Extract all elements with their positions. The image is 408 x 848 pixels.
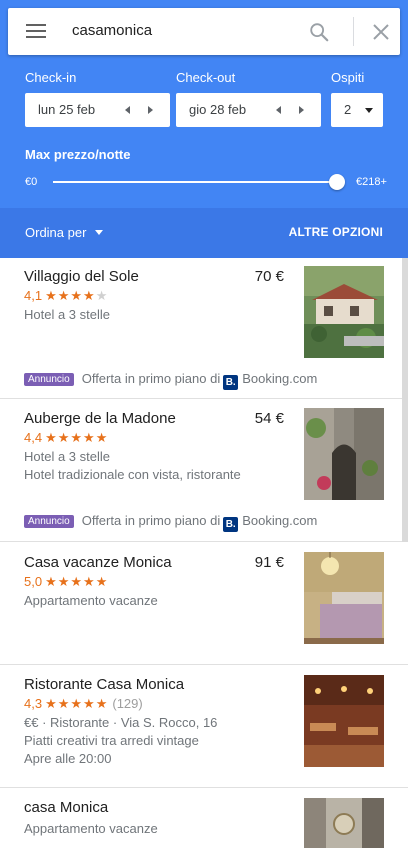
result-rating: 5,0 ★★★★★: [24, 574, 108, 590]
booking-logo-icon: B.: [223, 517, 239, 532]
menu-icon[interactable]: [26, 24, 46, 39]
result-photo[interactable]: [304, 798, 384, 848]
search-bar: [8, 8, 400, 55]
ad-text: Offerta in primo piano di: [81, 371, 221, 386]
checkin-picker[interactable]: lun 25 feb: [25, 93, 170, 127]
result-description: Hotel tradizionale con vista, ristorante: [24, 467, 241, 482]
result-name[interactable]: Ristorante Casa Monica: [24, 676, 184, 693]
result-photo[interactable]: [304, 675, 384, 767]
sort-bar: Ordina per ALTRE OPZIONI: [0, 208, 408, 258]
sort-button[interactable]: Ordina per: [25, 225, 86, 240]
max-price-label: Max prezzo/notte: [25, 147, 131, 162]
price-slider-thumb[interactable]: [329, 174, 345, 190]
result-card[interactable]: Villaggio del Sole 70 € 4,1 ★★★★★ Hotel a…: [0, 258, 408, 399]
ad-provider: Booking.com: [242, 371, 318, 386]
rating-value: 4,3: [24, 696, 43, 711]
sponsored-offer[interactable]: Annuncio Offerta in primo piano di B. Booki…: [24, 371, 318, 390]
booking-logo-icon: B.: [223, 375, 239, 390]
result-name[interactable]: casa Monica: [24, 799, 108, 816]
result-name[interactable]: Villaggio del Sole: [24, 268, 139, 285]
checkout-picker[interactable]: gio 28 feb: [176, 93, 321, 127]
price-max-label: €218+: [356, 176, 387, 188]
rating-empty-star-icon: ★: [95, 288, 108, 303]
result-rating: 4,4 ★★★★★: [24, 430, 108, 446]
result-card[interactable]: Auberge de la Madone 54 € 4,4 ★★★★★ Hotel…: [0, 399, 408, 542]
result-rating: 4,1 ★★★★★: [24, 288, 107, 304]
more-options-button[interactable]: ALTRE OPZIONI: [289, 225, 383, 239]
results-list[interactable]: Villaggio del Sole 70 € 4,1 ★★★★★ Hotel a…: [0, 258, 408, 848]
result-type: Hotel a 3 stelle: [24, 449, 110, 464]
result-meta: €€ · Ristorante · Via S. Rocco, 16: [24, 715, 218, 730]
rating-stars-icon: ★★★★★: [45, 430, 109, 445]
chevron-down-icon: [365, 108, 373, 113]
result-price: 70 €: [254, 268, 284, 285]
checkin-value: lun 25 feb: [38, 102, 96, 117]
checkin-prev-icon[interactable]: [125, 106, 130, 114]
price-min-label: €0: [25, 176, 38, 188]
rating-value: 4,4: [24, 430, 43, 445]
price-slider-track[interactable]: [53, 181, 337, 183]
result-price: 54 €: [254, 410, 284, 427]
result-card[interactable]: casa Monica Appartamento vacanze: [0, 788, 408, 848]
result-name[interactable]: Auberge de la Madone: [24, 410, 176, 427]
sponsored-offer[interactable]: Annuncio Offerta in primo piano di B. Booki…: [24, 513, 318, 532]
ad-provider: Booking.com: [242, 513, 318, 528]
result-hours: Apre alle 20:00: [24, 751, 112, 766]
review-count: (129): [112, 696, 143, 711]
result-description: Piatti creativi tra arredi vintage: [24, 733, 199, 748]
checkout-prev-icon[interactable]: [276, 106, 281, 114]
search-header: Check-in Check-out Ospiti lun 25 feb gio…: [0, 0, 408, 208]
rating-stars-icon: ★★★★★: [45, 696, 109, 711]
result-photo[interactable]: [304, 552, 384, 644]
search-input[interactable]: [72, 22, 292, 39]
ad-badge: Annuncio: [24, 373, 74, 386]
result-price: 91 €: [254, 554, 284, 571]
checkin-label: Check-in: [25, 70, 77, 85]
ad-text: Offerta in primo piano di: [81, 513, 221, 528]
result-name[interactable]: Casa vacanze Monica: [24, 554, 172, 571]
guests-label: Ospiti: [331, 70, 365, 85]
checkin-next-icon[interactable]: [148, 106, 153, 114]
guests-select[interactable]: 2: [331, 93, 383, 127]
search-icon[interactable]: [308, 21, 330, 43]
result-type: Appartamento vacanze: [24, 821, 158, 836]
rating-value: 5,0: [24, 574, 43, 589]
result-photo[interactable]: [304, 266, 384, 358]
result-type: Appartamento vacanze: [24, 593, 158, 608]
result-rating: 4,3 ★★★★★ (129): [24, 696, 143, 712]
guests-value: 2: [344, 102, 352, 117]
sort-chevron-down-icon[interactable]: [95, 230, 103, 235]
ad-badge: Annuncio: [24, 515, 74, 528]
result-type: Hotel a 3 stelle: [24, 307, 110, 322]
checkout-label: Check-out: [176, 70, 236, 85]
rating-stars-icon: ★★★★★: [45, 574, 109, 589]
checkout-value: gio 28 feb: [189, 102, 247, 117]
rating-value: 4,1: [24, 288, 43, 303]
result-photo[interactable]: [304, 408, 384, 500]
result-card[interactable]: Casa vacanze Monica 91 € 5,0 ★★★★★ Appart…: [0, 542, 408, 665]
rating-stars-icon: ★★★★: [45, 288, 96, 303]
searchbar-divider: [353, 17, 354, 46]
checkout-next-icon[interactable]: [299, 106, 304, 114]
scrollbar[interactable]: [402, 258, 408, 542]
close-icon[interactable]: [372, 23, 390, 41]
result-card[interactable]: Ristorante Casa Monica 4,3 ★★★★★ (129) €€ …: [0, 665, 408, 788]
